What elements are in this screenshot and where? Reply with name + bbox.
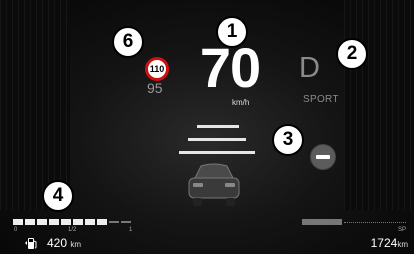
- speed-unit: km/h: [232, 98, 250, 107]
- speed-limit-sign: 110: [145, 57, 169, 81]
- fuel-segment-filled: [13, 219, 23, 225]
- following-distance-bar-2: [188, 138, 246, 141]
- lead-car-icon: [188, 163, 240, 206]
- fuel-tick-full: 1: [129, 227, 133, 233]
- fuel-segment-empty: [121, 221, 131, 223]
- fuel-segment-filled: [37, 219, 47, 225]
- drive-mode-label: SPORT: [303, 94, 339, 105]
- fuel-segment-empty: [109, 221, 119, 223]
- fuel-tick-empty: 0: [14, 227, 18, 233]
- right-tunnel-wall: [344, 0, 414, 210]
- fuel-range-value: 420: [47, 236, 68, 250]
- fuel-segment-filled: [85, 219, 95, 225]
- odometer-bar-rest: [344, 222, 406, 223]
- fuel-level-gauge: [13, 219, 131, 225]
- callout-3: 3: [272, 124, 304, 156]
- fuel-pump-icon: [25, 238, 37, 249]
- instrument-cluster-display: 6 1 2 3 4 110 95 70 km/h D SPORT 0 1/2 1…: [0, 0, 414, 254]
- fuel-tick-half: 1/2: [68, 227, 77, 233]
- fuel-segment-filled: [61, 219, 71, 225]
- fuel-segment-filled: [49, 219, 59, 225]
- fuel-range: 420 km: [47, 236, 81, 250]
- callout-2: 2: [336, 38, 368, 70]
- no-entry-icon: [310, 144, 336, 170]
- fuel-segment-filled: [97, 219, 107, 225]
- odometer-scale-label: SP: [398, 227, 407, 233]
- odometer-unit: km: [397, 240, 408, 249]
- fuel-segment-filled: [73, 219, 83, 225]
- left-tunnel-wall: [0, 0, 70, 210]
- odometer-bar-fill: [302, 219, 342, 225]
- fuel-segment-filled: [25, 219, 35, 225]
- following-distance-bar-1: [197, 125, 239, 128]
- fuel-range-unit: km: [70, 240, 82, 249]
- callout-4: 4: [42, 180, 74, 212]
- odometer-value: 1724: [370, 236, 398, 250]
- callout-6: 6: [112, 26, 144, 58]
- current-speed: 70: [199, 36, 261, 99]
- gear-indicator: D: [299, 52, 320, 84]
- odometer-bar: [302, 219, 406, 225]
- set-speed-value: 95: [147, 80, 163, 96]
- odometer-reading: 1724km: [371, 236, 408, 250]
- following-distance-bar-3: [179, 151, 255, 154]
